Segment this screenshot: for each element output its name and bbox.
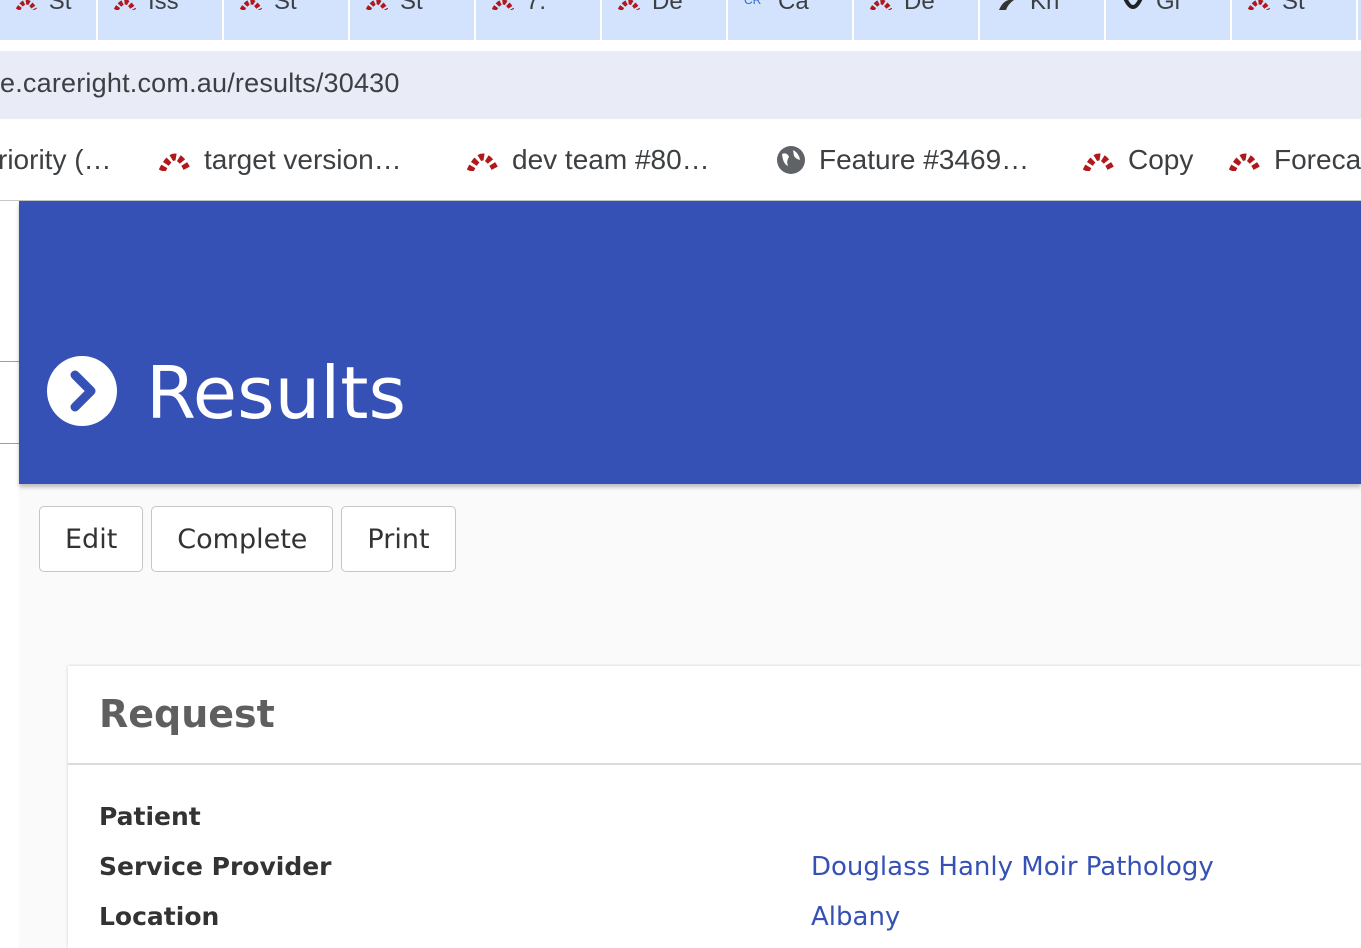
field-label: Service Provider bbox=[99, 852, 332, 881]
redmine-icon bbox=[114, 0, 136, 10]
field-label: Patient bbox=[99, 802, 201, 831]
bookmark-item[interactable]: target version… bbox=[158, 140, 402, 180]
divider bbox=[0, 361, 19, 362]
service-provider-link[interactable]: Douglass Hanly Moir Pathology bbox=[811, 852, 1214, 882]
tab-label: Kn bbox=[1030, 0, 1060, 15]
redmine-icon bbox=[466, 153, 500, 171]
address-bar: e.careright.com.au/results/30430 bbox=[0, 40, 1361, 130]
print-button[interactable]: Print bbox=[341, 506, 456, 572]
page-content: Results Edit Complete Print Request Pati… bbox=[0, 201, 1361, 948]
divider bbox=[68, 763, 1361, 765]
redmine-icon bbox=[240, 0, 262, 10]
tab-label: Gi bbox=[1156, 0, 1180, 15]
bookmarks-bar: riority (… target version… dev team #80…… bbox=[0, 130, 1361, 201]
bookmark-item[interactable]: Foreca bbox=[1228, 140, 1361, 180]
bookmark-label: dev team #80… bbox=[512, 144, 710, 175]
redmine-icon bbox=[16, 0, 37, 10]
tab-label: St bbox=[400, 0, 423, 15]
redmine-icon bbox=[1082, 153, 1116, 171]
browser-tab[interactable]: St bbox=[0, 0, 98, 40]
url-input[interactable]: e.careright.com.au/results/30430 bbox=[0, 51, 1361, 119]
github-icon bbox=[1123, 0, 1143, 9]
sidebar-edge bbox=[0, 201, 19, 948]
detail-row-patient: Patient bbox=[99, 802, 1349, 842]
divider bbox=[0, 443, 19, 444]
globe-icon bbox=[777, 146, 805, 174]
browser-tab[interactable]: Gi bbox=[1106, 0, 1232, 40]
bird-icon bbox=[999, 0, 1014, 10]
url-text: e.careright.com.au/results/30430 bbox=[0, 68, 400, 98]
bookmark-label: riority (… bbox=[0, 144, 112, 175]
redmine-icon bbox=[366, 0, 388, 10]
bookmark-item[interactable]: Feature #3469… bbox=[775, 140, 1029, 180]
page-header-banner: Results bbox=[19, 201, 1361, 484]
browser-tab[interactable]: St bbox=[350, 0, 476, 40]
browser-tab[interactable]: De bbox=[854, 0, 980, 40]
tab-label: St bbox=[1282, 0, 1305, 15]
chevron-right-circle-icon bbox=[47, 356, 117, 426]
tab-label: Iss bbox=[148, 0, 179, 15]
redmine-icon bbox=[1228, 153, 1262, 171]
field-label: Location bbox=[99, 902, 220, 931]
request-card: Request Patient Service Provider Douglas… bbox=[68, 666, 1361, 948]
browser-tab[interactable]: Kn bbox=[980, 0, 1106, 40]
bookmark-label: target version… bbox=[204, 144, 402, 175]
bookmark-item[interactable]: Copy bbox=[1082, 140, 1193, 180]
tab-label: St bbox=[274, 0, 297, 15]
page-title: Results bbox=[146, 351, 406, 435]
browser-tab-strip: St Iss St St 7. De CR Ca De Kn Gi St bbox=[0, 0, 1361, 40]
bookmark-item[interactable]: dev team #80… bbox=[466, 140, 710, 180]
svg-text:CR: CR bbox=[744, 0, 762, 7]
browser-tab[interactable]: St bbox=[1232, 0, 1358, 40]
redmine-icon bbox=[158, 153, 192, 171]
bookmark-label: Feature #3469… bbox=[819, 144, 1030, 175]
location-link[interactable]: Albany bbox=[811, 902, 900, 932]
bookmark-item[interactable]: riority (… bbox=[0, 140, 112, 180]
card-heading: Request bbox=[99, 692, 275, 736]
tab-label: St bbox=[48, 0, 72, 15]
tab-label: De bbox=[904, 0, 935, 15]
redmine-icon bbox=[618, 0, 640, 10]
browser-tab[interactable]: De bbox=[602, 0, 728, 40]
browser-tab[interactable]: 7. bbox=[476, 0, 602, 40]
tab-label: 7. bbox=[526, 0, 547, 15]
edit-button[interactable]: Edit bbox=[39, 506, 144, 572]
detail-row-service-provider: Service Provider Douglass Hanly Moir Pat… bbox=[99, 852, 1349, 892]
redmine-icon bbox=[1248, 0, 1270, 10]
redmine-icon bbox=[870, 0, 892, 10]
tab-label: Ca bbox=[778, 0, 809, 15]
tab-label: De bbox=[652, 0, 683, 15]
bookmark-label: Foreca bbox=[1274, 144, 1361, 175]
browser-tab[interactable]: CR Ca bbox=[728, 0, 854, 40]
redmine-icon bbox=[492, 0, 514, 10]
browser-tab[interactable]: St bbox=[224, 0, 350, 40]
careright-icon: CR bbox=[744, 0, 762, 7]
browser-tab[interactable]: Iss bbox=[98, 0, 224, 40]
bookmark-label: Copy bbox=[1128, 144, 1194, 175]
detail-row-location: Location Albany bbox=[99, 902, 1349, 942]
complete-button[interactable]: Complete bbox=[151, 506, 334, 572]
action-toolbar: Edit Complete Print bbox=[39, 506, 456, 574]
